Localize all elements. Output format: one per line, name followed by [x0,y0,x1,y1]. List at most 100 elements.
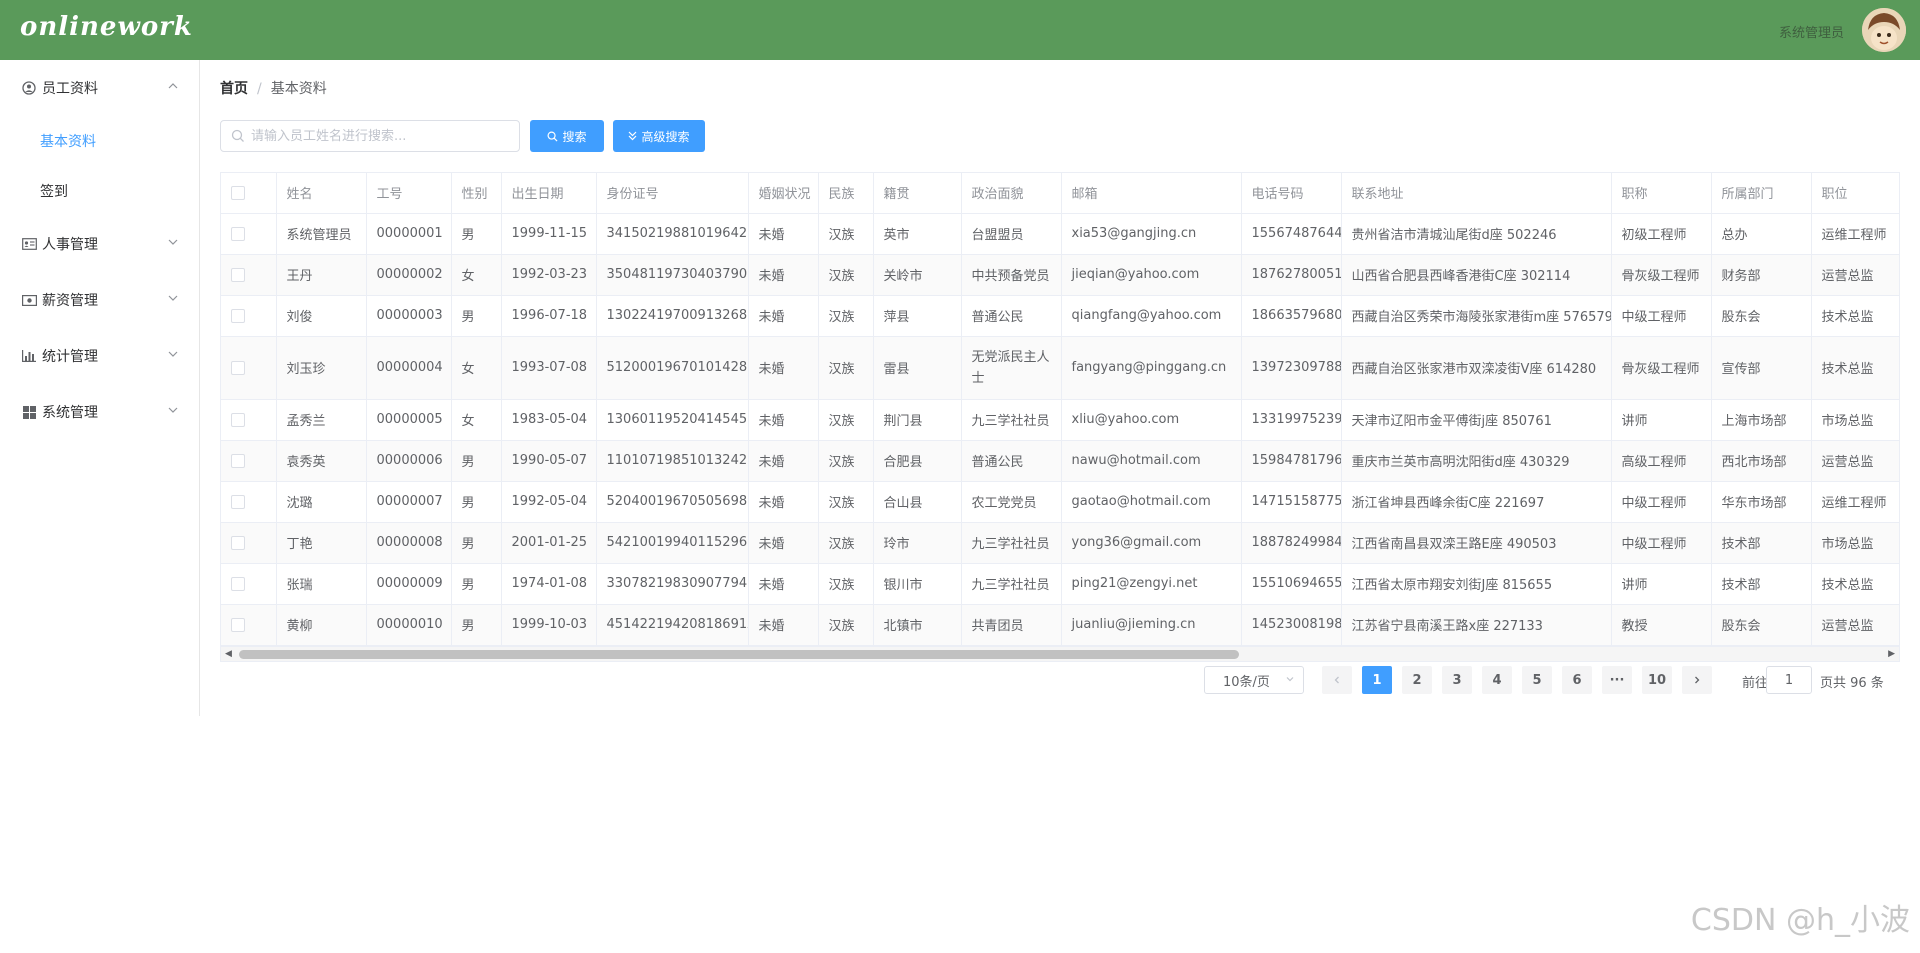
table-cell: 00000002 [366,254,452,296]
table-cell: 普通公民 [961,440,1062,482]
breadcrumb-current: 基本资料 [270,81,327,97]
column-header: 电话号码 [1241,173,1342,214]
scrollbar-thumb[interactable] [239,650,1239,659]
table-cell: 关岭市 [873,254,962,296]
scroll-left-arrow-icon[interactable]: ◀ [225,649,232,659]
table-cell: 男 [451,522,502,564]
breadcrumb-home[interactable]: 首页 [220,81,248,97]
table-cell: 荆门县 [873,399,962,441]
table-cell: 18663579680 [1241,295,1342,337]
current-user-name[interactable]: 系统管理员 [1779,22,1844,41]
page-button[interactable]: 3 [1442,666,1472,694]
page-button[interactable]: 5 [1522,666,1552,694]
page-button[interactable]: 1 [1362,666,1392,694]
page-size-select[interactable]: 10条/页 [1204,666,1304,694]
table-cell: 技术总监 [1811,295,1899,337]
bar-chart-icon [20,347,38,365]
table-cell: 张瑞 [276,563,367,605]
table-horizontal-scrollbar[interactable]: ◀ ▶ [220,646,1900,662]
table-cell: 1992-05-04 [501,481,597,523]
table-cell: 未婚 [748,604,819,646]
top-header: onlinework 系统管理员 [0,0,1920,60]
table-cell: 350481197304037905 [596,254,749,296]
table-row[interactable]: 王丹 00000002 女 1992-03-23 350481197304037905 未… [221,254,1899,296]
sidebar-item-system[interactable]: 系统管理 [0,384,199,440]
more-pages-button[interactable]: ··· [1602,666,1632,694]
table-row[interactable]: 刘玉珍 00000004 女 1993-07-08 512000196701014288… [221,336,1899,400]
column-header: 工号 [366,173,452,214]
row-checkbox[interactable] [231,412,245,427]
table-row[interactable]: 张瑞 00000009 男 1974-01-08 330782198309077942 未… [221,563,1899,605]
breadcrumb: 首页 / 基本资料 [220,78,327,98]
sidebar-subitem-basic-info[interactable]: 基本资料 [0,116,199,166]
table-cell: 萍县 [873,295,962,337]
table-cell: 00000004 [366,336,452,400]
table-cell: 沈璐 [276,481,367,523]
table-cell: 130601195204145457 [596,399,749,441]
table-row[interactable]: 系统管理员 00000001 男 1999-11-15 3415021988101964… [221,213,1899,255]
row-checkbox[interactable] [231,308,245,323]
prev-page-button[interactable] [1322,666,1352,694]
scroll-right-arrow-icon[interactable]: ▶ [1888,649,1895,659]
column-header: 联系地址 [1341,173,1612,214]
row-checkbox[interactable] [231,535,245,550]
row-checkbox[interactable] [231,360,245,375]
page-button[interactable]: 2 [1402,666,1432,694]
table-cell: 15567487644 [1241,213,1342,255]
sidebar-subitem-checkin[interactable]: 签到 [0,166,199,216]
user-avatar[interactable] [1862,8,1906,52]
table-row[interactable]: 沈璐 00000007 男 1992-05-04 520400196705056989 未… [221,481,1899,523]
table-cell: 542100199401152966 [596,522,749,564]
table-row[interactable]: 刘俊 00000003 男 1996-07-18 130224197009132687 未… [221,295,1899,337]
sidebar-item-employee-info[interactable]: 员工资料 [0,60,199,116]
select-all-checkbox[interactable] [231,185,245,200]
table-cell: 汉族 [818,563,874,605]
table-cell: 江西省太原市翔安刘街J座 815655 [1341,563,1612,605]
table-row[interactable]: 孟秀兰 00000005 女 1983-05-04 130601195204145457… [221,399,1899,441]
row-checkbox[interactable] [231,576,245,591]
search-button[interactable]: 搜索 [530,120,604,152]
row-select-cell [221,481,277,523]
column-header: 出生日期 [501,173,597,214]
page-button[interactable]: 10 [1642,666,1672,694]
row-checkbox[interactable] [231,494,245,509]
page-button[interactable]: 4 [1482,666,1512,694]
table-cell: 西藏自治区秀荣市海陵张家港街m座 576579 [1341,295,1612,337]
table-cell: 英市 [873,213,962,255]
table-cell: 共青团员 [961,604,1062,646]
sidebar-item-hr[interactable]: 人事管理 [0,216,199,272]
table-cell: 九三学社社员 [961,563,1062,605]
employee-search-input[interactable] [251,121,511,151]
row-select-cell [221,604,277,646]
table-cell: jieqian@yahoo.com [1061,254,1242,296]
sidebar-item-salary[interactable]: 薪资管理 [0,272,199,328]
table-cell: 股东会 [1711,604,1812,646]
table-cell: 宣传部 [1711,336,1812,400]
table-cell: 00000009 [366,563,452,605]
chevron-down-icon [168,407,178,413]
table-cell: 孟秀兰 [276,399,367,441]
table-cell: 运维工程师 [1811,481,1899,523]
table-row[interactable]: 丁艳 00000008 男 2001-01-25 542100199401152966 未… [221,522,1899,564]
table-cell: 汉族 [818,399,874,441]
sidebar-item-statistics[interactable]: 统计管理 [0,328,199,384]
sidebar-item-label: 系统管理 [42,405,98,421]
row-checkbox[interactable] [231,453,245,468]
table-cell: 黄柳 [276,604,367,646]
table-row[interactable]: 黄柳 00000010 男 1999-10-03 45142219420818691X 未… [221,604,1899,646]
row-checkbox[interactable] [231,226,245,241]
row-select-cell [221,522,277,564]
table-cell: 合肥县 [873,440,962,482]
next-page-button[interactable] [1682,666,1712,694]
column-header: 职称 [1611,173,1712,214]
table-cell: 华东市场部 [1711,481,1812,523]
row-checkbox[interactable] [231,617,245,632]
table-row[interactable]: 袁秀英 00000006 男 1990-05-07 110107198510132428… [221,440,1899,482]
table-cell: 中级工程师 [1611,481,1712,523]
row-checkbox[interactable] [231,267,245,282]
advanced-search-button[interactable]: 高级搜索 [613,120,705,152]
page-button[interactable]: 6 [1562,666,1592,694]
table-cell: 贵州省洁市清城汕尾街d座 502246 [1341,213,1612,255]
table-cell: 未婚 [748,254,819,296]
goto-page-input[interactable] [1766,666,1812,694]
